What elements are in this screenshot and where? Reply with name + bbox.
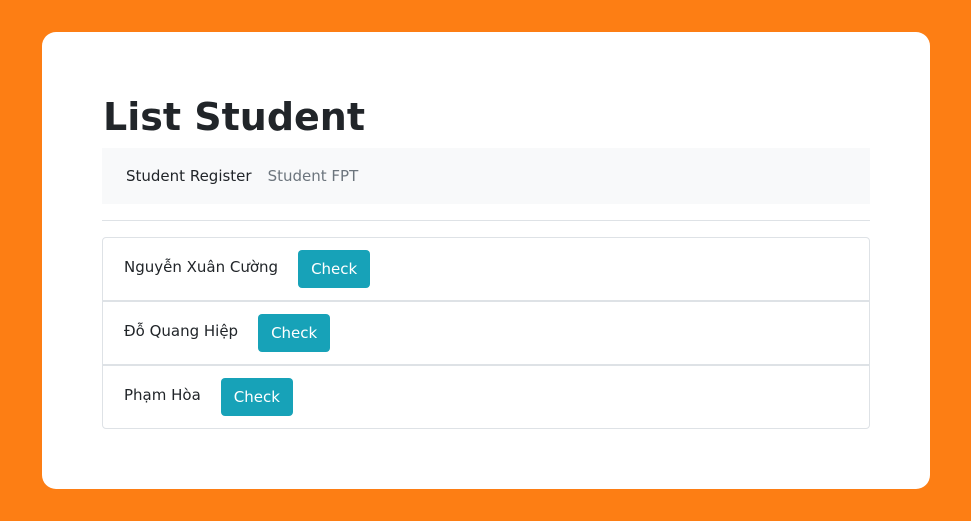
check-button[interactable]: Check bbox=[298, 250, 371, 288]
navbar: Student Register Student FPT bbox=[102, 148, 870, 204]
content-card: List Student Student Register Student FP… bbox=[42, 32, 930, 489]
check-button[interactable]: Check bbox=[258, 314, 331, 352]
list-item: Đỗ Quang Hiệp Check bbox=[102, 301, 870, 365]
check-button[interactable]: Check bbox=[220, 378, 293, 416]
divider bbox=[102, 220, 870, 221]
page-title: List Student bbox=[103, 95, 366, 139]
student-name: Phạm Hòa bbox=[124, 386, 201, 404]
student-list: Nguyễn Xuân Cường Check Đỗ Quang Hiệp Ch… bbox=[102, 237, 870, 429]
student-name: Nguyễn Xuân Cường bbox=[124, 258, 279, 276]
student-name: Đỗ Quang Hiệp bbox=[124, 322, 239, 340]
nav-link-student-fpt[interactable]: Student FPT bbox=[268, 167, 359, 185]
list-item: Nguyễn Xuân Cường Check bbox=[102, 237, 870, 301]
page-background: { "page": { "title": "List Student" }, "… bbox=[0, 0, 971, 521]
list-item: Phạm Hòa Check bbox=[102, 365, 870, 429]
navbar-brand[interactable]: Student Register bbox=[126, 167, 252, 185]
